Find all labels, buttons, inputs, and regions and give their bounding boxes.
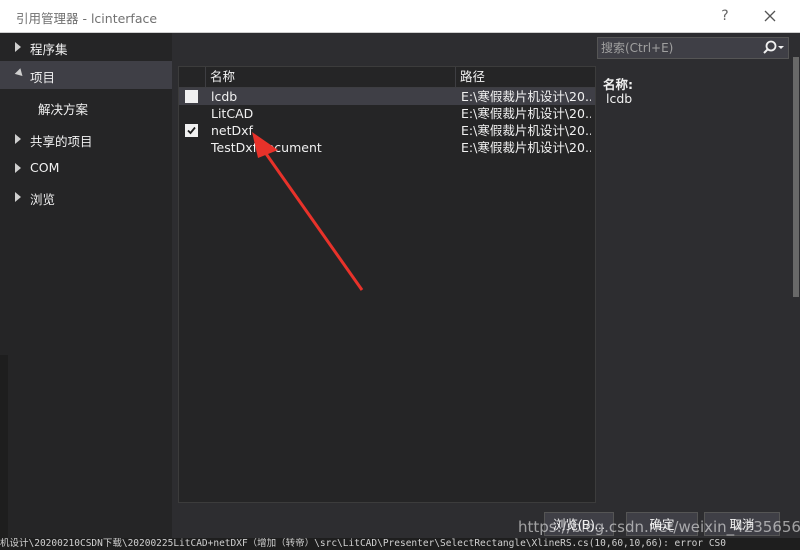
nav-item-label: 项目 [30,70,56,85]
search-icon [763,40,784,54]
list-item[interactable]: LitCAD E:\寒假裁片机设计\20... [179,105,595,122]
background-output-panel [0,355,8,550]
column-header-path[interactable]: 路径 [455,67,595,87]
nav-item-assemblies[interactable]: 程序集 [0,33,172,61]
list-header: 名称 路径 [179,67,595,88]
reference-checkbox[interactable] [185,90,198,103]
reference-path: E:\寒假裁片机设计\20... [461,89,591,104]
close-button[interactable] [758,4,782,28]
column-header-name[interactable]: 名称 [205,67,455,87]
reference-name: LitCAD [211,106,254,121]
ok-button[interactable]: 确定 [626,512,698,536]
nav-item-browse[interactable]: 浏览 [0,183,172,211]
reference-list: 名称 路径 lcdb E:\寒假裁片机设计\20... LitCAD E:\寒假… [178,66,596,503]
list-item[interactable]: TestDxfDocument E:\寒假裁片机设计\20... [179,139,595,156]
collapse-arrow-icon [14,68,26,79]
nav-item-label: 共享的项目 [30,134,93,149]
category-navigation: 程序集 项目 解决方案 共享的项目 COM 浏览 [0,33,172,550]
reference-name: netDxf [211,123,253,138]
background-error-line: 机设计\20200210CSDN下载\20200225LitCAD+netDXF… [0,538,800,550]
reference-name: lcdb [211,89,238,104]
nav-item-label: 程序集 [30,42,68,57]
search-input[interactable] [598,38,758,58]
reference-name: TestDxfDocument [211,140,322,155]
nav-item-com[interactable]: COM [0,154,172,182]
nav-item-label: 解决方案 [38,102,89,117]
reference-path: E:\寒假裁片机设计\20... [461,123,591,138]
nav-item-shared-projects[interactable]: 共享的项目 [0,125,172,153]
list-item[interactable]: netDxf E:\寒假裁片机设计\20... [179,122,595,139]
nav-item-solution[interactable]: 解决方案 [0,93,172,121]
list-item[interactable]: lcdb E:\寒假裁片机设计\20... [179,88,595,105]
browse-button[interactable]: 浏览(B)... [544,512,614,536]
search-button[interactable] [758,38,788,58]
reference-manager-dialog: 引用管理器 - lcinterface ? 程序集 项目 解决方案 共享的项目 … [0,0,800,550]
nav-item-label: 浏览 [30,192,56,207]
window-title: 引用管理器 - lcinterface [16,11,158,26]
search-box [597,37,789,59]
nav-item-label: COM [30,160,60,175]
cancel-button[interactable]: 取消 [704,512,780,536]
reference-checkbox[interactable] [185,124,198,137]
expand-arrow-icon [15,163,21,173]
expand-arrow-icon [15,192,21,202]
title-bar: 引用管理器 - lcinterface ? [0,0,800,33]
reference-path: E:\寒假裁片机设计\20... [461,106,591,121]
vertical-scrollbar[interactable] [792,37,800,527]
close-icon [764,10,776,22]
reference-path: E:\寒假裁片机设计\20... [461,140,591,155]
details-name-value: lcdb [606,91,633,106]
expand-arrow-icon [15,134,21,144]
help-button[interactable]: ? [714,5,736,27]
nav-item-projects[interactable]: 项目 [0,61,172,89]
expand-arrow-icon [15,42,21,52]
scrollbar-thumb[interactable] [793,57,799,297]
checkmark-icon [187,126,196,135]
